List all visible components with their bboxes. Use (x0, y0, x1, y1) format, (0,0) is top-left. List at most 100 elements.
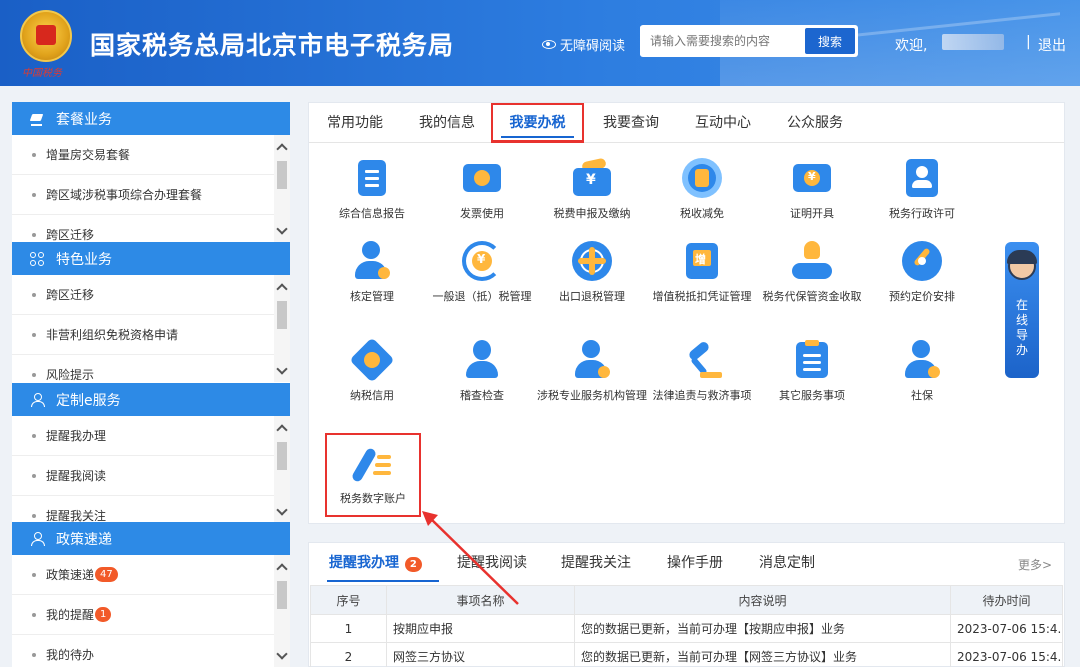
tab-remind-follow[interactable]: 提醒我关注 (561, 543, 631, 583)
func-label: 发票使用 (460, 207, 504, 220)
list-item[interactable]: 跨区域涉税事项综合办理套餐 (12, 175, 274, 215)
func-inspection[interactable]: 稽查检查 (427, 340, 537, 404)
func-social-security[interactable]: 社保 (867, 340, 977, 404)
logout-separator: | (1026, 34, 1031, 50)
func-comprehensive-report[interactable]: 综合信息报告 (317, 158, 427, 222)
func-agency-management[interactable]: 涉税专业服务机构管理 (537, 340, 647, 404)
user-icon (30, 392, 45, 407)
func-vat-voucher[interactable]: 增 增值税抵扣凭证管理 (647, 241, 757, 305)
list-item-label: 我的提醒 (46, 608, 95, 622)
chevron-down-icon[interactable] (277, 225, 287, 235)
tab-interaction-center[interactable]: 互动中心 (687, 103, 759, 143)
count-badge: 47 (95, 567, 118, 582)
func-custody-fund[interactable]: 税务代保管资金收取 (757, 241, 867, 305)
chevron-up-icon[interactable] (277, 562, 287, 572)
panel-list: 跨区迁移 非营利组织免税资格申请 风险提示 (12, 275, 290, 382)
search-button[interactable]: 搜索 (805, 28, 855, 54)
panel-header[interactable]: 定制e服务 (12, 383, 290, 416)
tab-tax-handling[interactable]: 我要办税 (491, 103, 584, 143)
chevron-down-icon[interactable] (277, 365, 287, 375)
column-header: 事项名称 (386, 585, 575, 615)
scrollbar[interactable] (274, 555, 290, 667)
chevron-down-icon[interactable] (277, 650, 287, 660)
panel-custom-eservice: 定制e服务 提醒我办理 提醒我阅读 提醒我关注 (12, 383, 290, 523)
emblem-text: 中国税务 (22, 68, 62, 79)
chevron-up-icon[interactable] (277, 142, 287, 152)
list-item[interactable]: 提醒我关注 (12, 496, 274, 523)
func-label: 社保 (911, 389, 933, 402)
accessibility-link[interactable]: 无障碍阅读 (542, 35, 625, 54)
func-certificate[interactable]: ¥ 证明开具 (757, 158, 867, 222)
chevron-up-icon[interactable] (277, 282, 287, 292)
func-tax-declare-pay[interactable]: ¥ 税费申报及缴纳 (537, 157, 647, 222)
more-link[interactable]: 更多> (1018, 556, 1052, 573)
func-tax-credit[interactable]: 纳税信用 (317, 337, 427, 404)
tab-public-service[interactable]: 公众服务 (779, 103, 851, 143)
list-item[interactable]: 非营利组织免税资格申请 (12, 315, 274, 355)
tax-relief-icon (682, 158, 722, 198)
func-invoice-use[interactable]: 发票使用 (427, 158, 537, 222)
gavel-icon (682, 340, 722, 380)
scroll-thumb[interactable] (277, 442, 287, 470)
tab-common-functions[interactable]: 常用功能 (319, 103, 391, 143)
chevron-up-icon[interactable] (277, 423, 287, 433)
table-header-row: 序号 事项名称 内容说明 待办时间 (310, 585, 1063, 615)
table-cell[interactable]: 按期应申报 (386, 614, 575, 643)
chevron-down-icon[interactable] (277, 506, 287, 516)
panel-policy-express: 政策速递 政策速递 47 我的提醒 1 我的待办 (12, 522, 290, 667)
tax-emblem-icon (20, 10, 72, 62)
list-item[interactable]: 我的提醒 1 (12, 595, 274, 635)
scrollbar[interactable] (274, 135, 290, 242)
func-refund-management[interactable]: ¥ 一般退（抵）税管理 (427, 241, 537, 305)
table-cell: 您的数据已更新，当前可办理【按期应申报】业务 (574, 614, 951, 643)
list-item[interactable]: 提醒我办理 (12, 416, 274, 456)
table-row[interactable]: 1 按期应申报 您的数据已更新，当前可办理【按期应申报】业务 2023-07-0… (310, 614, 1063, 643)
permit-icon (902, 158, 942, 198)
table-cell: 2 (310, 642, 387, 667)
func-other-services[interactable]: 其它服务事项 (757, 340, 867, 404)
table-cell[interactable]: 网签三方协议 (386, 642, 575, 667)
scroll-thumb[interactable] (277, 301, 287, 329)
func-export-refund[interactable]: 出口退税管理 (537, 241, 647, 305)
tab-remind-read[interactable]: 提醒我阅读 (457, 543, 527, 583)
table-row[interactable]: 2 网签三方协议 您的数据已更新，当前可办理【网签三方协议】业务 2023-07… (310, 642, 1063, 667)
scrollbar[interactable] (274, 275, 290, 382)
panel-header[interactable]: 套餐业务 (12, 102, 290, 135)
tab-message-custom[interactable]: 消息定制 (759, 543, 815, 583)
layers-icon (30, 112, 44, 126)
panel-header[interactable]: 政策速递 (12, 522, 290, 555)
func-label: 一般退（抵）税管理 (432, 290, 532, 303)
tab-my-info[interactable]: 我的信息 (411, 103, 483, 143)
online-guide-button[interactable]: 在 线 导 办 (1005, 242, 1039, 378)
scroll-thumb[interactable] (277, 161, 287, 189)
list-item[interactable]: 跨区迁移 (12, 215, 274, 242)
site-title: 国家税务总局北京市电子税务局 (90, 31, 455, 60)
search-input[interactable] (640, 26, 800, 56)
func-verification[interactable]: 核定管理 (317, 241, 427, 305)
tab-query[interactable]: 我要查询 (595, 103, 667, 143)
list-item[interactable]: 政策速递 47 (12, 555, 274, 595)
tab-manual[interactable]: 操作手册 (667, 543, 723, 583)
list-item-label: 政策速递 (46, 568, 95, 582)
panel-featured-business: 特色业务 跨区迁移 非营利组织免税资格申请 风险提示 (12, 242, 290, 382)
scrollbar[interactable] (274, 416, 290, 523)
func-legal-remedy[interactable]: 法律追责与救济事项 (647, 340, 757, 404)
list-item[interactable]: 跨区迁移 (12, 275, 274, 315)
func-label: 预约定价安排 (889, 290, 955, 303)
pricing-icon (902, 241, 942, 281)
list-item[interactable]: 风险提示 (12, 355, 274, 382)
func-tax-relief[interactable]: 税收减免 (647, 158, 757, 222)
active-tab-underline (327, 580, 439, 582)
list-item[interactable]: 增量房交易套餐 (12, 135, 274, 175)
func-admin-permit[interactable]: 税务行政许可 (867, 158, 977, 222)
func-pricing-arrangement[interactable]: 预约定价安排 (867, 241, 977, 305)
column-header: 待办时间 (950, 585, 1063, 615)
list-item[interactable]: 提醒我阅读 (12, 456, 274, 496)
list-item[interactable]: 我的待办 (12, 635, 274, 667)
logout-link[interactable]: 退出 (1038, 35, 1066, 55)
column-header: 内容说明 (574, 585, 951, 615)
panel-title: 政策速递 (56, 531, 112, 548)
tab-remind-handle[interactable]: 提醒我办理 2 (329, 543, 422, 583)
panel-header[interactable]: 特色业务 (12, 242, 290, 275)
scroll-thumb[interactable] (277, 581, 287, 609)
